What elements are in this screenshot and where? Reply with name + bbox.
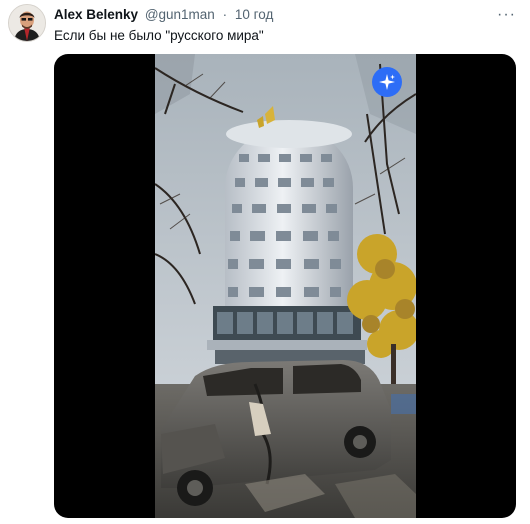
avatar[interactable] <box>8 4 46 42</box>
author-handle[interactable]: @gun1man <box>145 7 215 22</box>
tweet-header: Alex Belenky @gun1man · 10 год <box>54 7 273 22</box>
video-image <box>155 54 416 518</box>
video-player[interactable] <box>54 54 516 518</box>
tweet-time[interactable]: 10 год <box>235 7 273 22</box>
avatar-image <box>9 5 45 41</box>
ai-sparkle-button[interactable] <box>372 67 402 97</box>
author-name[interactable]: Alex Belenky <box>54 7 138 22</box>
tweet: Alex Belenky @gun1man · 10 год ··· Если … <box>0 0 530 524</box>
tweet-text: Если бы не было "русского мира" <box>54 28 264 43</box>
sparkle-icon <box>379 74 395 90</box>
more-icon[interactable]: ··· <box>497 6 516 24</box>
video-frame[interactable] <box>155 54 416 518</box>
separator-dot: · <box>222 7 228 22</box>
